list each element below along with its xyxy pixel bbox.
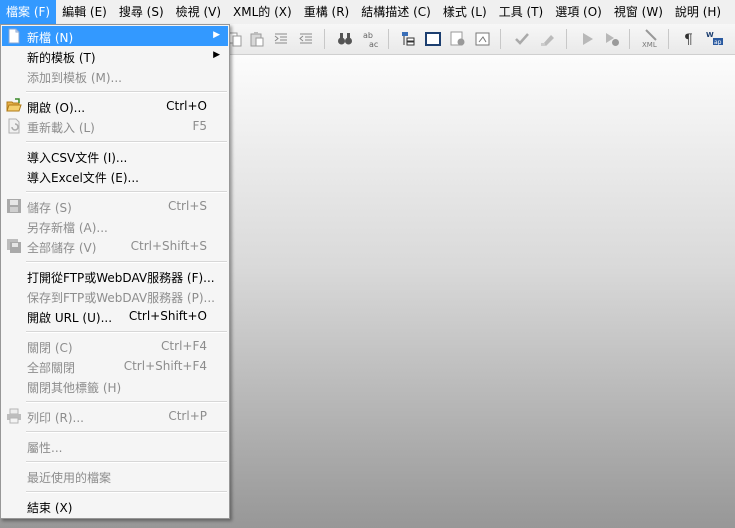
reload-icon xyxy=(6,118,22,134)
svg-text:ap: ap xyxy=(714,39,722,46)
menu-refactor[interactable]: 重構 (R) xyxy=(298,0,356,24)
window-icon[interactable] xyxy=(423,29,443,49)
menu-help[interactable]: 說明 (H) xyxy=(669,0,727,24)
paste-icon[interactable] xyxy=(247,29,267,49)
menu-tools[interactable]: 工具 (T) xyxy=(493,0,550,24)
open-folder-icon xyxy=(6,98,22,114)
toolbar-separator xyxy=(629,29,630,49)
menu-separator xyxy=(26,331,227,333)
toolbar-separator xyxy=(500,29,501,49)
menu-item-save[interactable]: 儲存 (S) Ctrl+S xyxy=(2,196,228,216)
menu-window[interactable]: 視窗 (W) xyxy=(608,0,669,24)
run-config-icon[interactable] xyxy=(602,29,622,49)
menu-item-open-ftp[interactable]: 打開從FTP或WebDAV服務器 (F)... xyxy=(2,266,228,286)
toolbar-separator xyxy=(324,29,325,49)
toolbar-separator xyxy=(566,29,567,49)
new-file-icon xyxy=(6,28,22,44)
menu-separator xyxy=(26,431,227,433)
menu-item-print[interactable]: 列印 (R)... Ctrl+P xyxy=(2,406,228,426)
menu-separator xyxy=(26,461,227,463)
save-all-icon xyxy=(6,238,22,254)
menu-item-properties[interactable]: 屬性... xyxy=(2,436,228,456)
word-wrap-icon[interactable]: Wap xyxy=(705,29,725,49)
menu-item-save-ftp[interactable]: 保存到FTP或WebDAV服務器 (P)... xyxy=(2,286,228,306)
run-icon[interactable] xyxy=(577,29,597,49)
toolbar-separator xyxy=(668,29,669,49)
db-query-icon[interactable] xyxy=(448,29,468,49)
menu-style[interactable]: 樣式 (L) xyxy=(437,0,493,24)
menu-separator xyxy=(26,491,227,493)
menu-item-new[interactable]: 新檔 (N) ▶ xyxy=(2,26,228,46)
submenu-arrow-icon: ▶ xyxy=(213,50,220,60)
menu-xml[interactable]: XML的 (X) xyxy=(227,0,298,24)
menu-item-reload[interactable]: 重新載入 (L) F5 xyxy=(2,116,228,136)
pilcrow-icon[interactable]: ¶ xyxy=(679,29,699,49)
menu-item-import-excel[interactable]: 導入Excel文件 (E)... xyxy=(2,166,228,186)
menu-item-save-as[interactable]: 另存新檔 (A)... xyxy=(2,216,228,236)
indent-icon[interactable] xyxy=(271,29,291,49)
tree-view-icon[interactable] xyxy=(398,29,418,49)
menu-edit[interactable]: 編輯 (E) xyxy=(56,0,113,24)
replace-icon[interactable]: ab ac xyxy=(361,29,381,49)
menu-item-close-others[interactable]: 關閉其他標籤 (H) xyxy=(2,376,228,396)
outdent-icon[interactable] xyxy=(296,29,316,49)
svg-text:¶: ¶ xyxy=(684,32,693,47)
menu-search[interactable]: 搜尋 (S) xyxy=(113,0,170,24)
toolbar-separator xyxy=(388,29,389,49)
save-icon xyxy=(6,198,22,214)
menu-item-exit[interactable]: 結束 (X) xyxy=(2,496,228,516)
menu-item-recent-files[interactable]: 最近使用的檔案 xyxy=(2,466,228,486)
menu-item-save-all[interactable]: 全部儲存 (V) Ctrl+Shift+S xyxy=(2,236,228,256)
menu-separator xyxy=(26,191,227,193)
printer-icon xyxy=(6,408,22,424)
menu-schema[interactable]: 結構描述 (C) xyxy=(355,0,437,24)
menu-item-close[interactable]: 關閉 (C) Ctrl+F4 xyxy=(2,336,228,356)
submenu-arrow-icon: ▶ xyxy=(213,30,220,40)
find-icon[interactable] xyxy=(335,29,355,49)
svg-text:ac: ac xyxy=(369,40,378,48)
svg-text:ab: ab xyxy=(363,31,373,40)
xml-icon[interactable]: XML xyxy=(641,29,661,49)
form-icon[interactable] xyxy=(473,29,493,49)
check-icon[interactable] xyxy=(512,29,532,49)
svg-text:XML: XML xyxy=(642,41,657,49)
menu-separator xyxy=(26,401,227,403)
menu-bar: 檔案 (F) 編輯 (E) 搜尋 (S) 檢視 (V) XML的 (X) 重構 … xyxy=(0,0,735,24)
menu-item-import-csv[interactable]: 導入CSV文件 (I)... xyxy=(2,146,228,166)
menu-separator xyxy=(26,141,227,143)
menu-item-add-template[interactable]: 添加到模板 (M)... xyxy=(2,66,228,86)
menu-file[interactable]: 檔案 (F) xyxy=(0,0,57,24)
menu-separator xyxy=(26,91,227,93)
menu-item-close-all[interactable]: 全部關閉 Ctrl+Shift+F4 xyxy=(2,356,228,376)
validate-icon[interactable] xyxy=(538,29,558,49)
menu-view[interactable]: 檢視 (V) xyxy=(170,0,227,24)
menu-item-open[interactable]: 開啟 (O)... Ctrl+O xyxy=(2,96,228,116)
file-menu-dropdown: 新檔 (N) ▶ 新的模板 (T) ▶ 添加到模板 (M)... 開啟 (O).… xyxy=(0,24,230,519)
menu-item-open-url[interactable]: 開啟 URL (U)... Ctrl+Shift+O xyxy=(2,306,228,326)
menu-options[interactable]: 選項 (O) xyxy=(549,0,608,24)
svg-text:W: W xyxy=(706,31,714,39)
menu-item-new-template[interactable]: 新的模板 (T) ▶ xyxy=(2,46,228,66)
menu-separator xyxy=(26,261,227,263)
